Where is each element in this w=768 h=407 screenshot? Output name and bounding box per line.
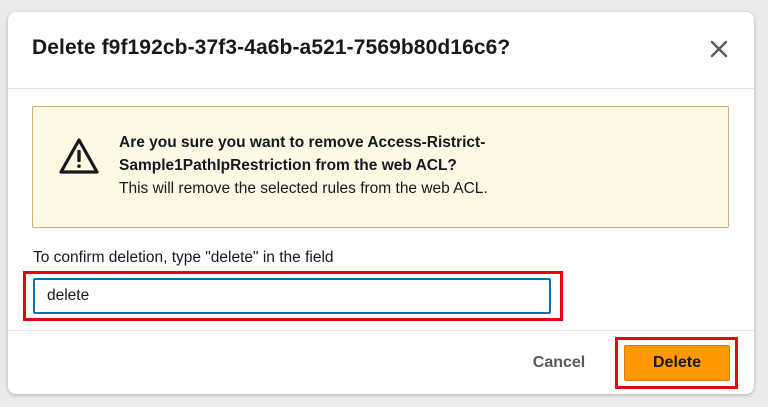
alert-body: This will remove the selected rules from…: [119, 180, 488, 197]
delete-button[interactable]: Delete: [624, 345, 730, 381]
warning-icon: [59, 138, 99, 174]
alert-title-line2: Sample1PathIpRestriction from the web AC…: [119, 157, 457, 174]
dialog-footer: Cancel Delete: [8, 330, 754, 394]
alert-title-line1: Are you sure you want to remove Access-R…: [119, 134, 486, 151]
alert-text: Are you sure you want to remove Access-R…: [119, 131, 709, 200]
close-button[interactable]: [704, 34, 734, 64]
confirm-delete-input[interactable]: [33, 278, 551, 314]
delete-dialog: Delete f9f192cb-37f3-4a6b-a521-7569b80d1…: [8, 12, 754, 394]
background-content: [754, 0, 768, 407]
dialog-title: Delete f9f192cb-37f3-4a6b-a521-7569b80d1…: [32, 36, 511, 59]
confirm-label: To confirm deletion, type "delete" in th…: [33, 249, 334, 266]
close-icon: [710, 40, 728, 58]
dialog-header: Delete f9f192cb-37f3-4a6b-a521-7569b80d1…: [8, 12, 754, 89]
warning-alert: Are you sure you want to remove Access-R…: [32, 106, 729, 228]
cancel-button[interactable]: Cancel: [514, 345, 604, 381]
